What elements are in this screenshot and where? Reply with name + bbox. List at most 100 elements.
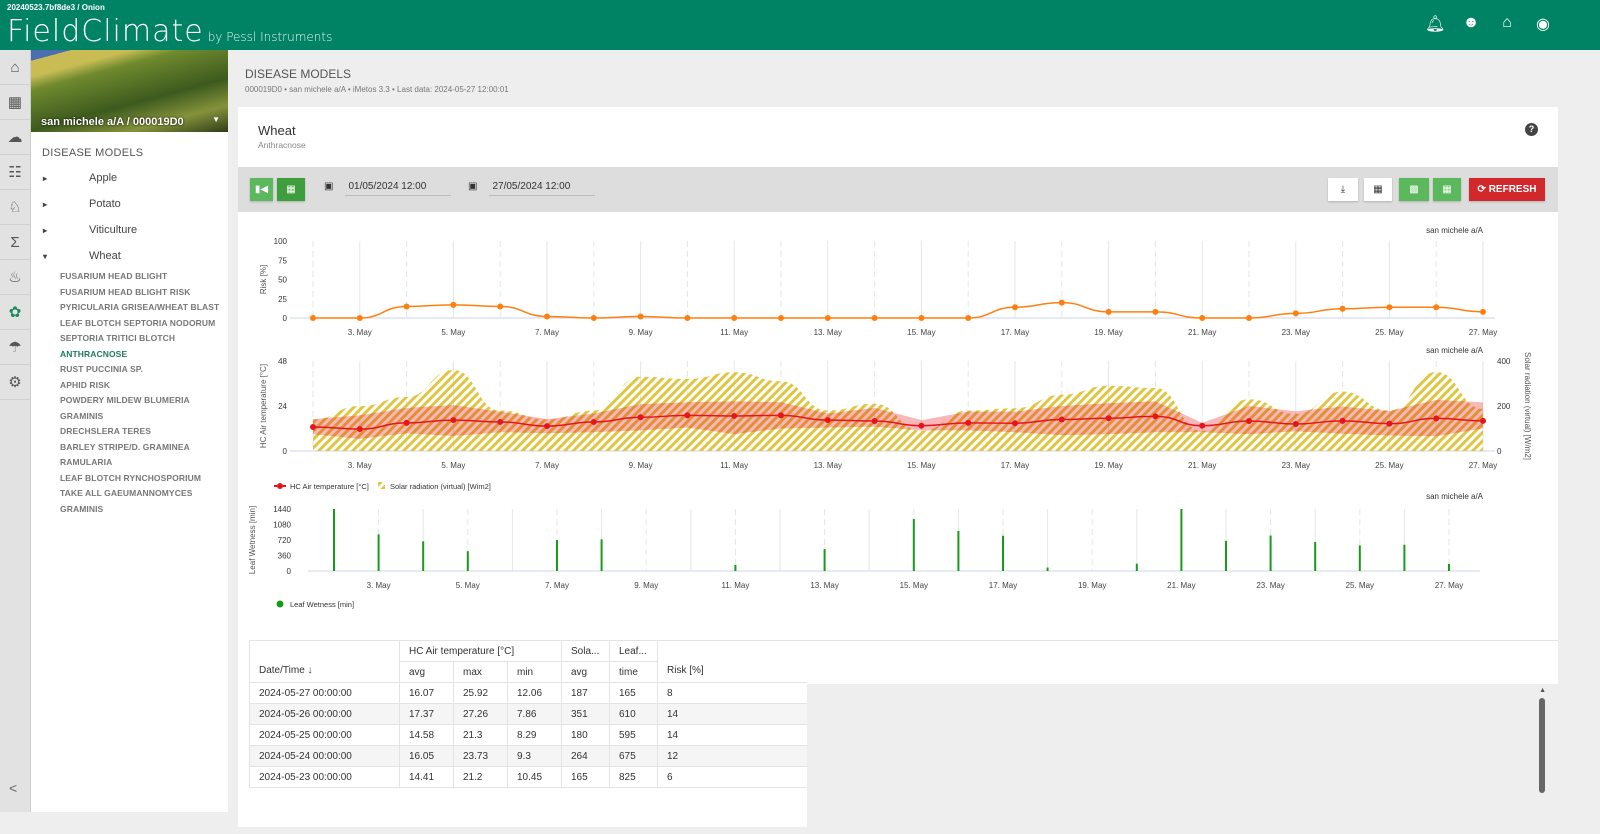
sidebar-model-item[interactable]: APHID RISK (31, 378, 228, 394)
x-tick-label: 3. May (348, 328, 372, 337)
temp-point (637, 414, 644, 421)
sidebar-model-item[interactable]: TAKE ALL GAEUMANNOMYCES GRAMINIS (31, 486, 228, 517)
table-cell: 16.07 (399, 682, 454, 704)
sidebar-model-item[interactable]: RUST PUCCINIA SP. (31, 362, 228, 378)
table-cell: 610 (609, 703, 658, 725)
table-cell: 595 (609, 724, 658, 746)
scrollbar[interactable] (1539, 698, 1545, 793)
calendar-icon: ▣ (324, 181, 334, 192)
table-row[interactable]: 2024-05-26 00:00:00 17.37 27.26 7.86 351 610 1… (249, 703, 808, 725)
x-tick-label: 25. May (1375, 328, 1403, 337)
table-view-button[interactable]: ▦ (1364, 178, 1392, 201)
sidebar-model-item[interactable]: DRECHSLERA TERES (31, 424, 228, 440)
legend-temp-marker (277, 483, 283, 489)
weather-icon[interactable]: ☁ (0, 120, 30, 155)
legend-solar-icon (378, 482, 385, 489)
user-icon[interactable]: ☻ (1461, 14, 1481, 34)
sidebar-model-item[interactable]: FUSARIUM HEAD BLIGHT (31, 269, 228, 285)
table-filler: ▲ (807, 640, 1558, 834)
table-cell: 23.73 (453, 745, 508, 767)
farm-icon[interactable]: ⌂ (1497, 14, 1517, 34)
sidebar-section-title: DISEASE MODELS (42, 147, 144, 159)
date-column-header[interactable]: Date/Time ↓ (249, 640, 400, 683)
sub-header[interactable]: min (507, 661, 562, 683)
risk-point (544, 313, 550, 320)
x-tick-label: 11. May (721, 581, 749, 590)
chart-icon[interactable]: ▦ (0, 85, 30, 120)
x-tick-label: 27. May (1435, 581, 1463, 590)
table-cell: 675 (609, 745, 658, 767)
risk-point (684, 315, 691, 321)
chart-toggle-button[interactable]: ▩ (1399, 178, 1429, 201)
page-title: DISEASE MODELS (245, 67, 352, 81)
calendar-button[interactable]: ▦ (277, 178, 305, 201)
table-cell: 12.06 (507, 682, 562, 704)
to-date-field[interactable]: ▣ 27/05/2024 12:00 (468, 181, 596, 196)
sidebar-model-item[interactable]: PYRICULARIA GRISEA/WHEAT BLAST (31, 300, 228, 316)
sidebar-model-item[interactable]: RAMULARIA (31, 455, 228, 471)
gear-icon[interactable]: ⚙ (0, 365, 30, 400)
risk-column-header[interactable]: Risk [%] (657, 640, 808, 683)
temp-point (824, 417, 831, 424)
legend-solar: Solar radiation (virtual) [Wim2] (390, 482, 491, 491)
caret-icon: ▸ (43, 199, 48, 209)
y-axis-label: HC Air temperature [°C] (259, 364, 268, 448)
table-cell: 14.41 (399, 766, 454, 788)
table-row[interactable]: 2024-05-25 00:00:00 14.58 21.3 8.29 180 595 14 (249, 724, 808, 746)
table-cell: 165 (609, 682, 658, 704)
sidebar-model-item[interactable]: ANTHRACNOSE (31, 347, 228, 363)
animal-icon[interactable]: ♘ (0, 190, 30, 225)
x-tick-label: 9. May (634, 581, 658, 590)
table-cell: 2024-05-24 00:00:00 (249, 745, 400, 767)
sidebar-crop-potato[interactable]: ▸ Potato (31, 191, 228, 217)
sidebar-crop-apple[interactable]: ▸ Apple (31, 165, 228, 191)
bell-icon[interactable]: 🔔︎ (1425, 14, 1445, 34)
x-tick-label: 15. May (900, 581, 928, 590)
station-signal-icon[interactable]: ◉ (1533, 14, 1553, 34)
risk-point (637, 313, 644, 320)
logo[interactable]: FieldClimate by Pessl Instruments (7, 14, 332, 49)
y-axis-label: Risk [%] (259, 265, 268, 294)
x-tick-label: 17. May (1001, 461, 1029, 470)
sub-header[interactable]: avg (561, 661, 610, 683)
download-button[interactable]: ⤓ (1328, 178, 1358, 201)
thermometer-icon[interactable]: ♨ (0, 260, 30, 295)
table-row[interactable]: 2024-05-23 00:00:00 14.41 21.2 10.45 165 825 6 (249, 766, 808, 788)
temp-point (450, 417, 457, 424)
risk-point (1480, 308, 1486, 315)
sidebar-model-item[interactable]: LEAF BLOTCH SEPTORIA NODORUM (31, 316, 228, 332)
table-toggle-button[interactable]: ▦ (1433, 178, 1461, 201)
scroll-up-icon[interactable]: ▲ (1539, 687, 1546, 694)
sub-header[interactable]: time (609, 661, 658, 683)
farmer-icon[interactable]: ☷ (0, 155, 30, 190)
sub-header[interactable]: avg (399, 661, 454, 683)
go-to-start-button[interactable]: ▮◀ (250, 178, 273, 201)
calendar-icon: ▣ (468, 181, 478, 192)
table-row[interactable]: 2024-05-24 00:00:00 16.05 23.73 9.3 264 675 12 (249, 745, 808, 767)
sidebar-model-item[interactable]: SEPTORIA TRITICI BLOTCH (31, 331, 228, 347)
leaf-icon[interactable]: ✿ (0, 295, 30, 330)
table-row[interactable]: 2024-05-27 00:00:00 16.07 25.92 12.06 187 165… (249, 682, 808, 704)
risk-point (1058, 299, 1065, 306)
sidebar-model-item[interactable]: BARLEY STRIPE/D. GRAMINEA (31, 440, 228, 456)
irrigation-icon[interactable]: ☂ (0, 330, 30, 365)
sidebar-crop-viticulture[interactable]: ▸ Viticulture (31, 217, 228, 243)
sidebar-model-item[interactable]: LEAF BLOTCH RYNCHOSPORIUM (31, 471, 228, 487)
station-selector[interactable]: san michele a/A / 000019D0 ▼ (31, 50, 228, 132)
collapse-sidebar-button[interactable]: < (9, 780, 17, 796)
from-date-field[interactable]: ▣ 01/05/2024 12:00 (324, 181, 452, 196)
risk-point (1152, 308, 1159, 315)
help-icon[interactable]: ? (1525, 123, 1538, 136)
sub-header[interactable]: max (453, 661, 508, 683)
x-tick-label: 9. May (629, 328, 653, 337)
risk-point (310, 315, 316, 321)
sidebar-crop-wheat[interactable]: ▾ Wheat (31, 243, 228, 269)
refresh-button[interactable]: ⟳ REFRESH (1469, 178, 1545, 201)
table-cell: 27.26 (453, 703, 508, 725)
sum-icon[interactable]: Σ (0, 225, 30, 260)
sidebar-model-item[interactable]: POWDERY MILDEW BLUMERIA GRAMINIS (31, 393, 228, 424)
sidebar-model-item[interactable]: FUSARIUM HEAD BLIGHT RISK (31, 285, 228, 301)
leaf-wetness-bar (1135, 563, 1138, 571)
home-icon[interactable]: ⌂ (0, 50, 30, 85)
y-tick-label: 720 (278, 536, 292, 545)
